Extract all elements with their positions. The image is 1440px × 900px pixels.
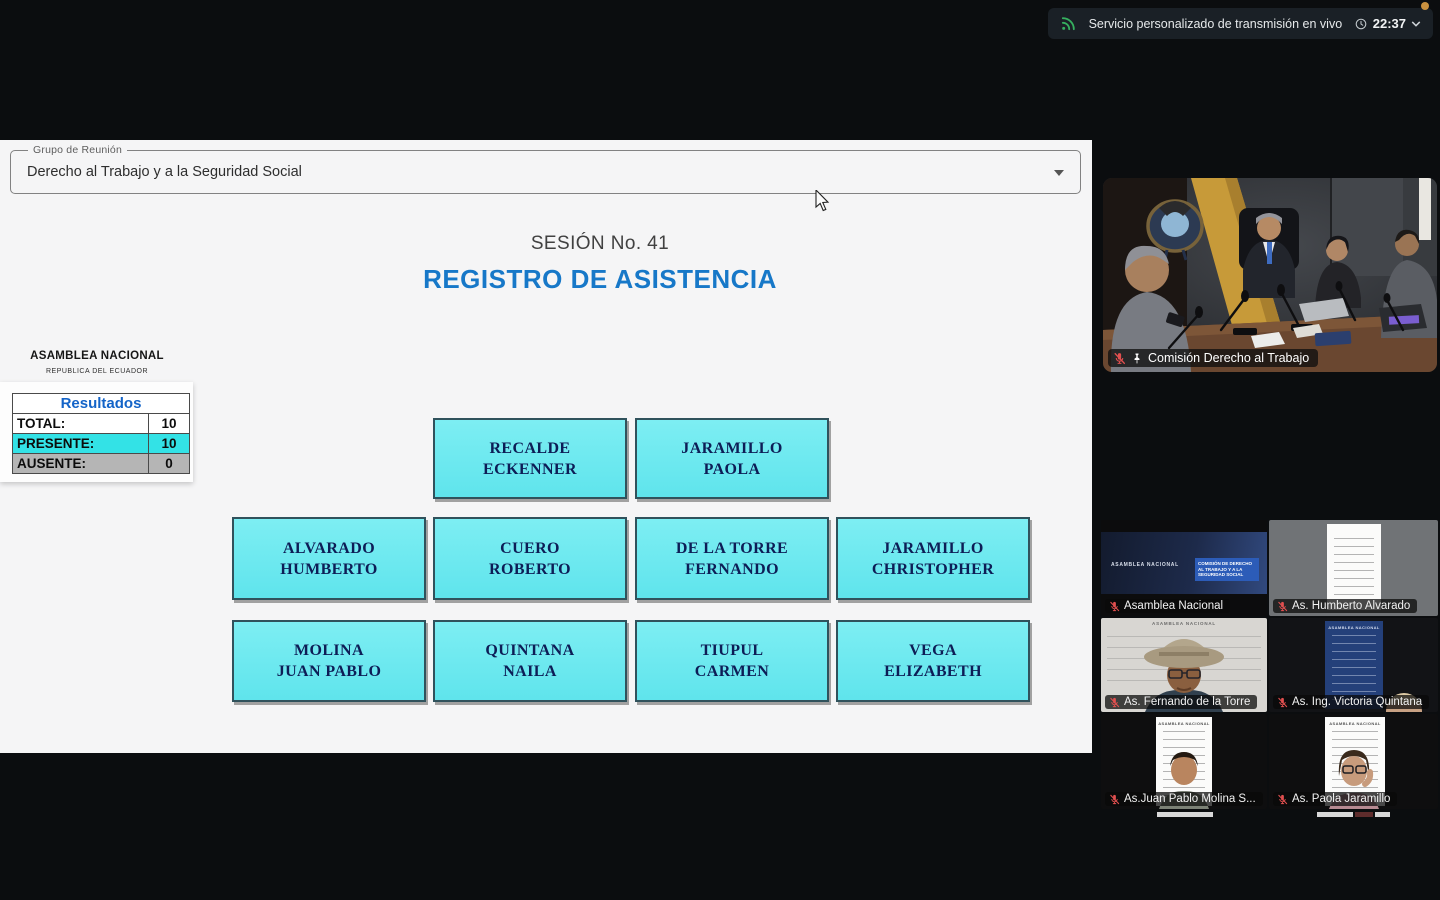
results-row-present: PRESENTE: 10 [13, 434, 190, 454]
participant-tile-asamblea-nacional[interactable]: ASAMBLEA NACIONAL COMISIÓN DE DERECHO AL… [1101, 520, 1267, 616]
mic-muted-icon [1277, 601, 1288, 612]
notification-dot [1421, 2, 1429, 10]
screen-share-content: Grupo de Reunión Derecho al Trabajo y a … [0, 140, 1092, 753]
live-stream-service-text: Servicio personalizado de transmisión en… [1085, 17, 1346, 31]
select-dropdown-arrow-icon [1054, 170, 1064, 181]
mic-muted-icon [1277, 697, 1288, 708]
mic-muted-icon [1109, 697, 1120, 708]
stream-elapsed-time: 22:37 [1373, 16, 1406, 31]
page-title: REGISTRO DE ASISTENCIA [54, 264, 1146, 295]
attendance-box-delatorre: DE LA TORRE FERNANDO [635, 517, 829, 600]
cutoff-tile-sliver [1317, 812, 1353, 817]
participant-name-label: As. Ing. Victoria Quintana [1273, 695, 1429, 709]
participant-backdrop [1327, 524, 1381, 610]
mouse-cursor [815, 190, 835, 214]
participant-tile-juan-pablo-molina[interactable]: ASAMBLEA NACIONAL As.Juan Pablo Molina S… [1101, 714, 1267, 809]
participant-name-label: As. Humberto Alvarado [1273, 599, 1417, 613]
participant-name-label: As.Juan Pablo Molina S... [1105, 792, 1263, 806]
cutoff-tile-sliver [1355, 812, 1373, 817]
mic-muted-icon [1277, 794, 1288, 805]
video-conference-window: Servicio personalizado de transmisión en… [0, 0, 1440, 900]
live-stream-status-bar: Servicio personalizado de transmisión en… [1048, 8, 1433, 39]
asamblea-banner-image: ASAMBLEA NACIONAL COMISIÓN DE DERECHO AL… [1101, 532, 1267, 594]
results-table: Resultados TOTAL: 10 PRESENTE: 10 AUSENT… [12, 393, 190, 474]
meeting-room-video [1103, 178, 1437, 372]
meeting-group-select[interactable]: Grupo de Reunión Derecho al Trabajo y a … [10, 150, 1081, 194]
chevron-down-icon [1411, 20, 1421, 28]
session-title: SESIÓN No. 41 [54, 233, 1146, 255]
cutoff-tile-sliver [1157, 812, 1213, 817]
results-title: Resultados [13, 394, 190, 414]
attendance-box-jaramillo-christopher: JARAMILLO CHRISTOPHER [836, 517, 1030, 600]
meeting-group-select-label: Grupo de Reunión [28, 144, 127, 156]
results-row-total: TOTAL: 10 [13, 414, 190, 434]
main-video-name-label: Comisión Derecho al Trabajo [1108, 349, 1318, 367]
attendance-box-alvarado: ALVARADO HUMBERTO [232, 517, 426, 600]
participant-tile-paola-jaramillo[interactable]: ASAMBLEA NACIONAL As. Paola Jaramillo [1269, 714, 1438, 809]
main-video-tile[interactable]: Comisión Derecho al Trabajo [1103, 178, 1437, 372]
broadcast-icon [1060, 15, 1077, 32]
attendance-box-recalde: RECALDE ECKENNER [433, 418, 627, 499]
cutoff-tile-sliver [1375, 812, 1390, 817]
results-row-absent: AUSENTE: 0 [13, 454, 190, 474]
stream-time-menu[interactable]: 22:37 [1354, 16, 1421, 31]
mic-muted-icon [1109, 601, 1120, 612]
clock-icon [1354, 17, 1368, 31]
participant-tile-humberto-alvarado[interactable]: As. Humberto Alvarado [1269, 520, 1438, 616]
meeting-group-select-value: Derecho al Trabajo y a la Seguridad Soci… [11, 151, 1080, 193]
pin-icon [1131, 352, 1143, 365]
attendance-box-quintana: QUINTANA NAILA [433, 620, 627, 702]
attendance-box-cuero: CUERO ROBERTO [433, 517, 627, 600]
attendance-box-tiupul: TIUPUL CARMEN [635, 620, 829, 702]
participant-name-label: As. Fernando de la Torre [1105, 695, 1257, 709]
attendance-box-jaramillo-paola: JARAMILLO PAOLA [635, 418, 829, 499]
participant-name-label: Asamblea Nacional [1105, 599, 1230, 613]
participant-name-label: As. Paola Jaramillo [1273, 792, 1397, 806]
attendance-box-vega: VEGA ELIZABETH [836, 620, 1030, 702]
mic-muted-icon [1113, 352, 1126, 365]
participant-tile-victoria-quintana[interactable]: ASAMBLEA NACIONAL As. Ing. Victoria Quin… [1269, 618, 1438, 712]
org-subtitle: REPUBLICA DEL ECUADOR [8, 368, 186, 375]
org-name: ASAMBLEA NACIONAL [8, 350, 186, 362]
mic-muted-icon [1109, 794, 1120, 805]
attendance-box-molina: MOLINA JUAN PABLO [232, 620, 426, 702]
participant-tile-fernando-de-la-torre[interactable]: ASAMBLEA NACIONAL As. Fernando de la Tor… [1101, 618, 1267, 712]
